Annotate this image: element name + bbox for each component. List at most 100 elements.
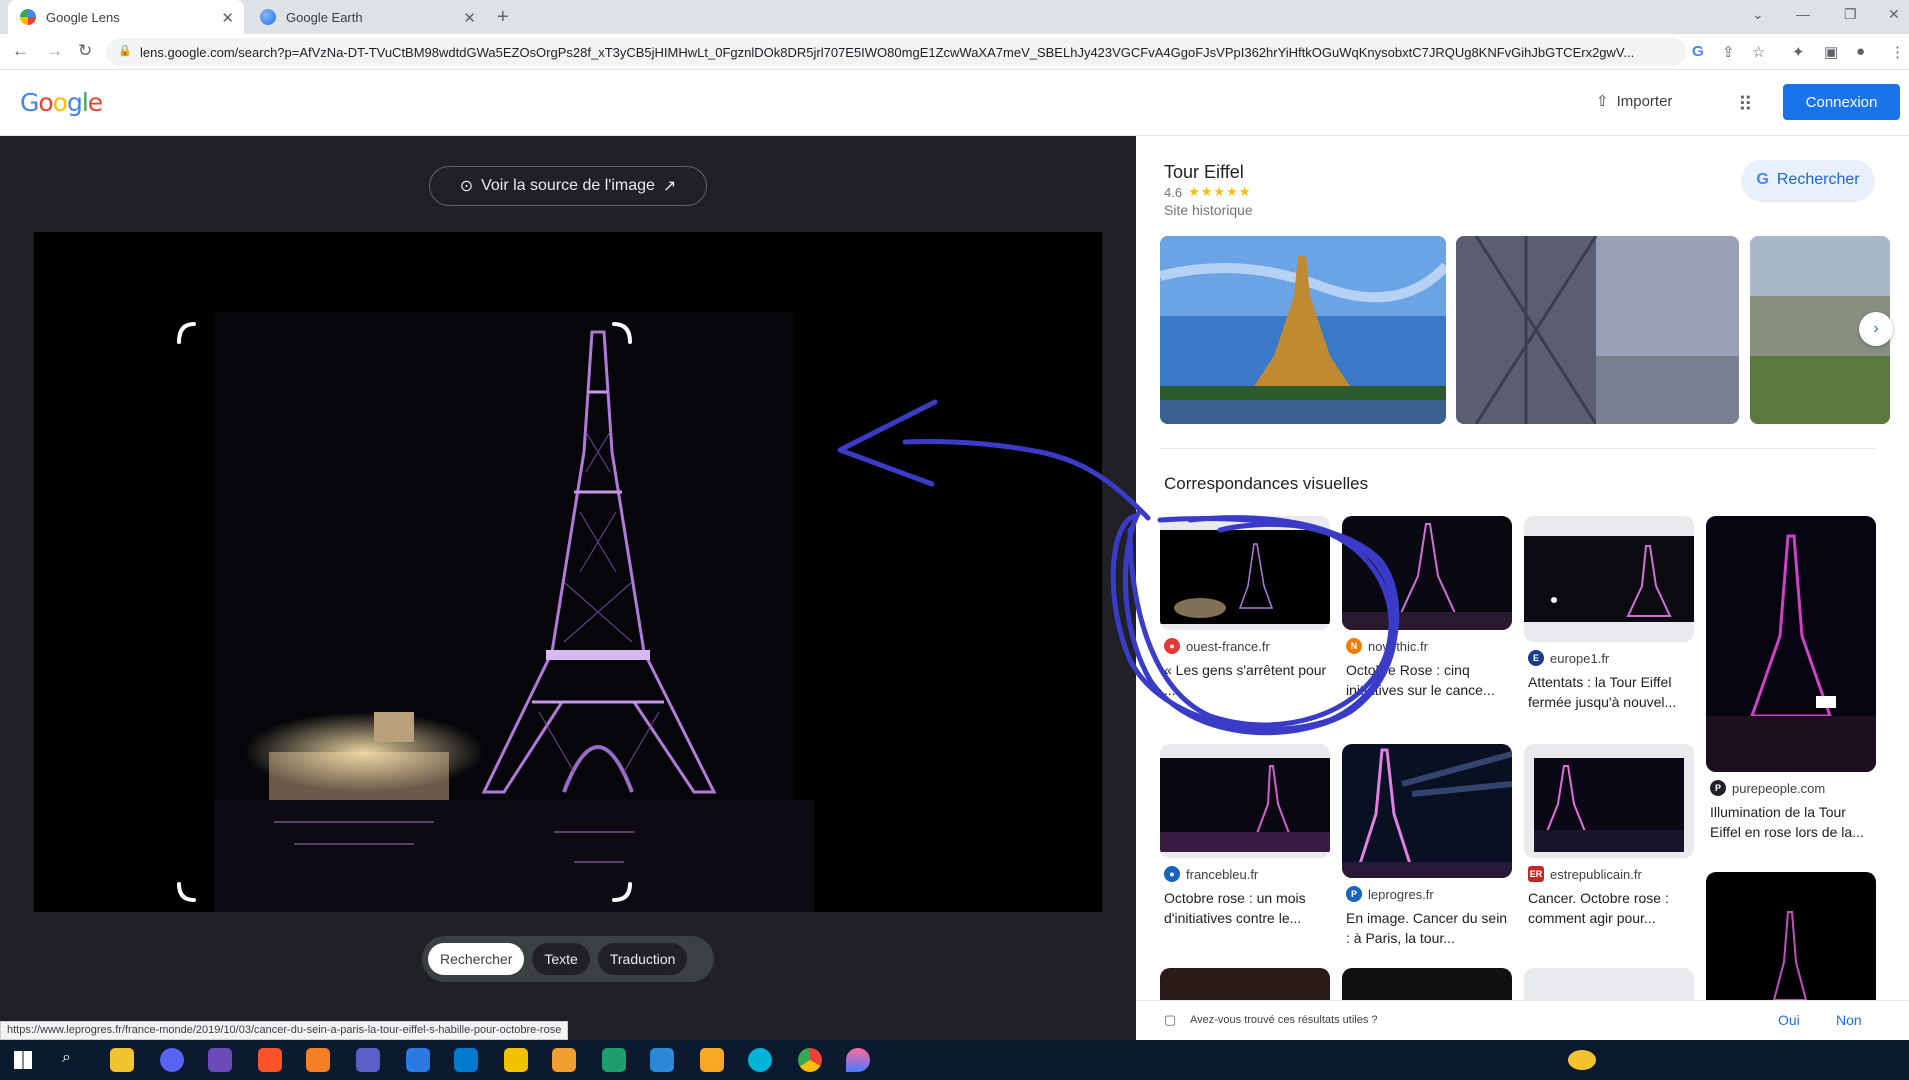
back-icon[interactable]: ←: [12, 41, 29, 61]
lens-mode-selector: Rechercher Texte Traduction: [422, 936, 714, 982]
knowledge-image-eiffel-day[interactable]: [1160, 236, 1446, 424]
discord-icon[interactable]: [160, 1048, 184, 1072]
google-lens-favicon-icon: [20, 9, 36, 25]
app-green-icon[interactable]: [602, 1048, 626, 1072]
eiffel-tower-night-image: [34, 232, 1102, 912]
app-shield-yellow-icon[interactable]: [504, 1048, 528, 1072]
section-divider: [1160, 448, 1876, 449]
view-image-source-button[interactable]: ⊙ Voir la source de l'image ↗: [429, 166, 707, 206]
visual-match-card[interactable]: Nnovethic.fr Octobre Rose : cinq initiat…: [1342, 516, 1512, 700]
app-blue-icon[interactable]: [406, 1048, 430, 1072]
app-shield-icon[interactable]: [208, 1048, 232, 1072]
visual-match-card[interactable]: Eeurope1.fr Attentats : la Tour Eiffel f…: [1524, 516, 1694, 712]
leprogres-icon: P: [1346, 886, 1362, 902]
feedback-yes-button[interactable]: Oui: [1778, 1012, 1800, 1028]
match-thumbnail[interactable]: [1342, 516, 1512, 630]
visual-match-card[interactable]: Ppurepeople.com Illumination de la Tour …: [1706, 516, 1876, 842]
match-thumbnail[interactable]: [1342, 744, 1512, 878]
sublime-text-icon[interactable]: [700, 1048, 724, 1072]
match-thumbnail[interactable]: [1342, 968, 1512, 1000]
visual-match-card[interactable]: ER estrepublicain.fr Cancer. Octobre rose…: [1524, 744, 1694, 928]
feedback-question: Avez-vous trouvé ces résultats utiles ?: [1190, 1014, 1378, 1026]
reload-icon[interactable]: ↻: [78, 41, 92, 61]
match-thumbnail[interactable]: [1524, 744, 1694, 858]
teams-icon[interactable]: [356, 1048, 380, 1072]
bookmark-star-icon[interactable]: ☆: [1752, 43, 1765, 61]
chrome-icon[interactable]: [798, 1048, 822, 1072]
tab-label: Google Lens: [46, 9, 120, 25]
knowledge-image-eiffel-structure[interactable]: [1456, 236, 1739, 424]
tab-search-icon[interactable]: ⌄: [1752, 6, 1764, 23]
minimize-button[interactable]: —: [1796, 6, 1810, 22]
search-icon[interactable]: ⌕: [62, 1049, 71, 1067]
match-title[interactable]: Attentats : la Tour Eiffel fermée jusqu'…: [1524, 672, 1694, 712]
match-thumbnail[interactable]: [1524, 968, 1694, 1000]
profile-icon[interactable]: ●: [1856, 43, 1865, 60]
match-thumbnail[interactable]: [1706, 516, 1876, 772]
match-title[interactable]: « Les gens s'arrêtent pour ...: [1160, 660, 1330, 700]
weather-icon[interactable]: [1568, 1050, 1596, 1070]
match-thumbnail[interactable]: [1706, 872, 1876, 1001]
match-thumbnail[interactable]: [1160, 516, 1330, 630]
match-title[interactable]: Octobre Rose : cinq initiatives sur le c…: [1342, 660, 1512, 700]
browser-toolbar: ← → ↻ 🔒 lens.google.com/search?p=AfVzNa-…: [0, 34, 1909, 70]
google-apps-icon[interactable]: ⠿: [1738, 92, 1753, 117]
carousel-next-button[interactable]: ›: [1859, 312, 1893, 346]
app-photo-icon[interactable]: [650, 1048, 674, 1072]
google-logo[interactable]: Google: [20, 88, 103, 117]
close-window-button[interactable]: ✕: [1888, 6, 1900, 23]
match-thumbnail[interactable]: [1160, 744, 1330, 858]
forward-icon[interactable]: →: [46, 41, 63, 61]
side-panel-icon[interactable]: ▣: [1824, 43, 1838, 61]
match-thumbnail[interactable]: [1160, 968, 1330, 1000]
visual-matches-title: Correspondances visuelles: [1164, 474, 1369, 493]
match-title[interactable]: Octobre rose : un mois d'initiatives con…: [1160, 888, 1330, 928]
match-title[interactable]: En image. Cancer du sein : à Paris, la t…: [1342, 908, 1512, 948]
feedback-no-button[interactable]: Non: [1836, 1012, 1862, 1028]
windows-start-icon[interactable]: [14, 1051, 32, 1069]
visual-match-card[interactable]: ● ouest-france.fr « Les gens s'arrêtent p…: [1160, 516, 1330, 700]
lens-image-pane: ⊙ Voir la source de l'image ↗ Rechercher…: [0, 136, 1136, 1040]
match-title[interactable]: Illumination de la Tour Eiffel en rose l…: [1706, 802, 1876, 842]
match-thumbnail[interactable]: [1524, 516, 1694, 642]
menu-icon[interactable]: ⋮: [1890, 43, 1905, 61]
windows-taskbar: ⌕: [0, 1040, 1909, 1080]
address-bar[interactable]: 🔒 lens.google.com/search?p=AfVzNa-DT-TVu…: [106, 38, 1686, 66]
match-source: novethic.fr: [1368, 638, 1428, 654]
google-icon[interactable]: G: [1692, 43, 1704, 60]
address-url: lens.google.com/search?p=AfVzNa-DT-TVuCt…: [140, 44, 1635, 60]
match-title[interactable]: Cancer. Octobre rose : comment agir pour…: [1524, 888, 1694, 928]
source-button-label: Voir la source de l'image: [481, 177, 655, 194]
close-tab-icon[interactable]: ✕: [221, 9, 234, 27]
signin-button[interactable]: Connexion: [1783, 84, 1900, 120]
app-orange-icon[interactable]: [306, 1048, 330, 1072]
import-label: Importer: [1616, 92, 1673, 110]
match-source: estrepublicain.fr: [1550, 866, 1642, 882]
share-icon[interactable]: ⇪: [1722, 43, 1735, 61]
brave-browser-icon[interactable]: [258, 1048, 282, 1072]
app-window-icon[interactable]: [552, 1048, 576, 1072]
app-c-icon[interactable]: [748, 1048, 772, 1072]
knowledge-title[interactable]: Tour Eiffel: [1164, 162, 1244, 183]
lock-icon[interactable]: 🔒: [118, 44, 132, 57]
status-bar-url: https://www.leprogres.fr/france-monde/20…: [0, 1021, 569, 1040]
tab-google-earth[interactable]: Google Earth ✕: [248, 0, 486, 34]
extensions-icon[interactable]: ✦: [1792, 43, 1805, 61]
ouest-france-icon: ●: [1164, 638, 1180, 654]
app-drop-icon[interactable]: [846, 1048, 870, 1072]
import-button[interactable]: ⇧ Importer: [1596, 92, 1673, 111]
visual-match-card[interactable]: Pleprogres.fr En image. Cancer du sein :…: [1342, 744, 1512, 948]
restore-button[interactable]: ❐: [1844, 6, 1857, 23]
query-image[interactable]: [34, 232, 1102, 912]
vscode-icon[interactable]: [454, 1048, 478, 1072]
mode-search-button[interactable]: Rechercher: [428, 943, 525, 975]
tab-google-lens[interactable]: Google Lens ✕: [8, 0, 244, 34]
mode-text-button[interactable]: Texte: [532, 943, 590, 975]
match-source: europe1.fr: [1550, 650, 1610, 666]
close-tab-icon[interactable]: ✕: [463, 9, 476, 27]
visual-match-card[interactable]: ● francebleu.fr Octobre rose : un mois d'…: [1160, 744, 1330, 928]
file-explorer-icon[interactable]: [110, 1048, 134, 1072]
new-tab-button[interactable]: +: [497, 6, 509, 29]
knowledge-search-button[interactable]: G Rechercher: [1742, 160, 1874, 200]
mode-translate-button[interactable]: Traduction: [597, 943, 688, 975]
